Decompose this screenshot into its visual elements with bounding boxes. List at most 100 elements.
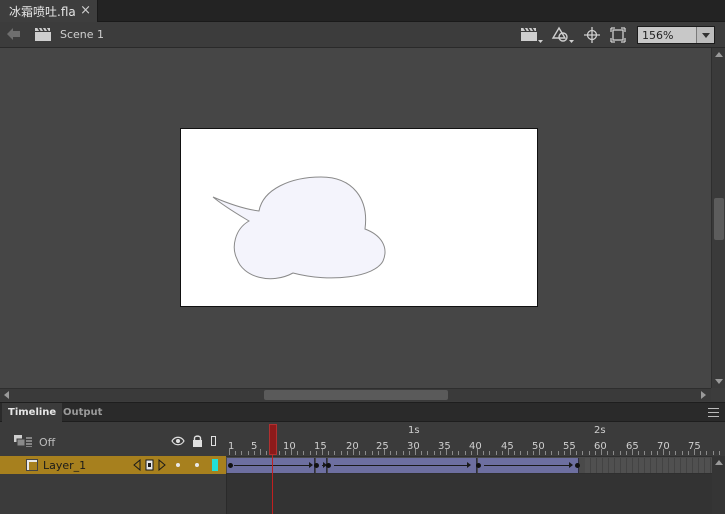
layer-name[interactable]: Layer_1	[43, 459, 86, 472]
keyframe-nav-icon[interactable]	[133, 459, 167, 471]
ruler-tick	[415, 449, 416, 455]
ruler-tick	[694, 449, 695, 455]
ruler-tick	[582, 451, 584, 455]
snap-icon[interactable]	[584, 26, 600, 44]
eye-icon[interactable]	[171, 436, 185, 446]
ruler-tick	[297, 451, 299, 455]
tween-arrow	[484, 462, 573, 468]
scroll-left-icon[interactable]	[4, 391, 9, 399]
ruler-tick	[402, 451, 404, 455]
ruler-tick	[607, 451, 609, 455]
zoom-value[interactable]: 156%	[638, 27, 696, 43]
frame-ruler[interactable]: 1s 2s 1 5 10 15 20 25 30 35 40 45 50 55 …	[226, 422, 725, 455]
ruler-tick	[390, 451, 392, 455]
ruler-tick	[346, 451, 348, 455]
ruler-tick	[446, 449, 447, 455]
empty-frames[interactable]	[585, 458, 712, 473]
ruler-tick	[526, 451, 528, 455]
keyframe[interactable]	[228, 463, 233, 468]
ruler-tick	[601, 449, 602, 455]
playhead-line	[272, 455, 273, 514]
keyframe[interactable]	[476, 463, 481, 468]
ruler-tick	[501, 451, 503, 455]
ruler-tick	[384, 449, 385, 455]
ruler-tick	[594, 451, 596, 455]
playhead[interactable]	[269, 424, 277, 455]
ruler-tick	[625, 451, 627, 455]
tab-output[interactable]: Output	[57, 403, 108, 422]
keyframe[interactable]	[326, 463, 331, 468]
vertical-scroll-thumb[interactable]	[714, 198, 724, 240]
horizontal-scroll-thumb[interactable]	[264, 390, 448, 400]
ruler-tick	[632, 449, 633, 455]
panel-menu-icon[interactable]	[708, 408, 719, 417]
stage[interactable]	[180, 128, 538, 307]
ruler-tick	[260, 449, 261, 455]
ruler-tick	[669, 451, 671, 455]
ruler-tick	[551, 451, 553, 455]
ruler-tick	[421, 451, 423, 455]
keyframe[interactable]	[575, 463, 580, 468]
chevron-down-icon[interactable]	[696, 27, 714, 43]
scroll-up-icon[interactable]	[715, 52, 723, 57]
ruler-tick	[365, 451, 367, 455]
ruler-tick	[520, 451, 522, 455]
ruler-tick	[303, 451, 305, 455]
frames-row[interactable]	[226, 456, 712, 474]
scroll-right-icon[interactable]	[701, 391, 706, 399]
edit-scene-icon[interactable]	[520, 26, 544, 44]
tab-timeline[interactable]: Timeline	[2, 403, 63, 422]
ruler-tick	[470, 451, 472, 455]
ruler-tick	[427, 451, 429, 455]
ruler-tick	[495, 451, 497, 455]
stage-vertical-scrollbar[interactable]	[711, 48, 725, 388]
ruler-tick	[340, 451, 342, 455]
ruler-tick	[650, 451, 652, 455]
scroll-down-icon[interactable]	[715, 379, 723, 384]
timeline-panel: Off 1s 2s 1 5 10 15 20 25 30 35 40 45 50…	[0, 422, 725, 514]
lock-icon[interactable]	[192, 435, 203, 447]
tween-arrow	[334, 462, 471, 468]
keyframe[interactable]	[314, 463, 319, 468]
ruler-tick	[266, 451, 268, 455]
ruler-tick	[663, 449, 664, 455]
close-icon[interactable]: ×	[80, 3, 91, 18]
scroll-up-icon[interactable]	[715, 460, 723, 465]
ruler-second-label: 1s	[408, 425, 420, 436]
ruler-tick	[712, 451, 714, 455]
ruler-tick	[235, 451, 237, 455]
scene-label[interactable]: Scene 1	[60, 28, 104, 41]
ruler-tick	[464, 451, 466, 455]
onion-skin-label[interactable]: Off	[39, 436, 55, 449]
pasteboard[interactable]	[0, 48, 712, 388]
ruler-tick	[452, 451, 454, 455]
ruler-tick	[638, 451, 640, 455]
ruler-tick	[396, 451, 398, 455]
timeline-scrollbar[interactable]	[712, 456, 725, 514]
ruler-tick	[433, 451, 435, 455]
ruler-tick	[229, 449, 230, 455]
ruler-tick	[539, 449, 540, 455]
onion-skin-icon[interactable]	[14, 435, 32, 449]
layer-outline-color[interactable]	[212, 459, 218, 471]
panel-tab-bar: Timeline Output	[0, 402, 725, 422]
ruler-tick	[377, 451, 379, 455]
layer-icon	[26, 459, 38, 471]
zoom-select[interactable]: 156%	[637, 26, 715, 44]
edit-symbols-icon[interactable]	[551, 26, 575, 44]
lock-dot[interactable]	[195, 463, 199, 467]
outline-icon[interactable]	[211, 436, 216, 446]
ruler-tick	[309, 451, 311, 455]
document-tab[interactable]: 冰霜喷吐.fla ×	[0, 0, 98, 22]
layer-row[interactable]: Layer_1	[0, 456, 226, 474]
clip-to-stage-icon[interactable]	[609, 26, 627, 44]
ruler-tick	[570, 449, 571, 455]
ruler-tick	[359, 451, 361, 455]
speech-bubble-shape[interactable]	[181, 129, 539, 308]
stage-horizontal-scrollbar[interactable]	[0, 388, 711, 401]
visibility-dot[interactable]	[176, 463, 180, 467]
ruler-tick	[508, 449, 509, 455]
back-arrow-icon[interactable]	[6, 27, 22, 41]
ruler-tick	[483, 451, 485, 455]
ruler-tick	[253, 451, 255, 455]
